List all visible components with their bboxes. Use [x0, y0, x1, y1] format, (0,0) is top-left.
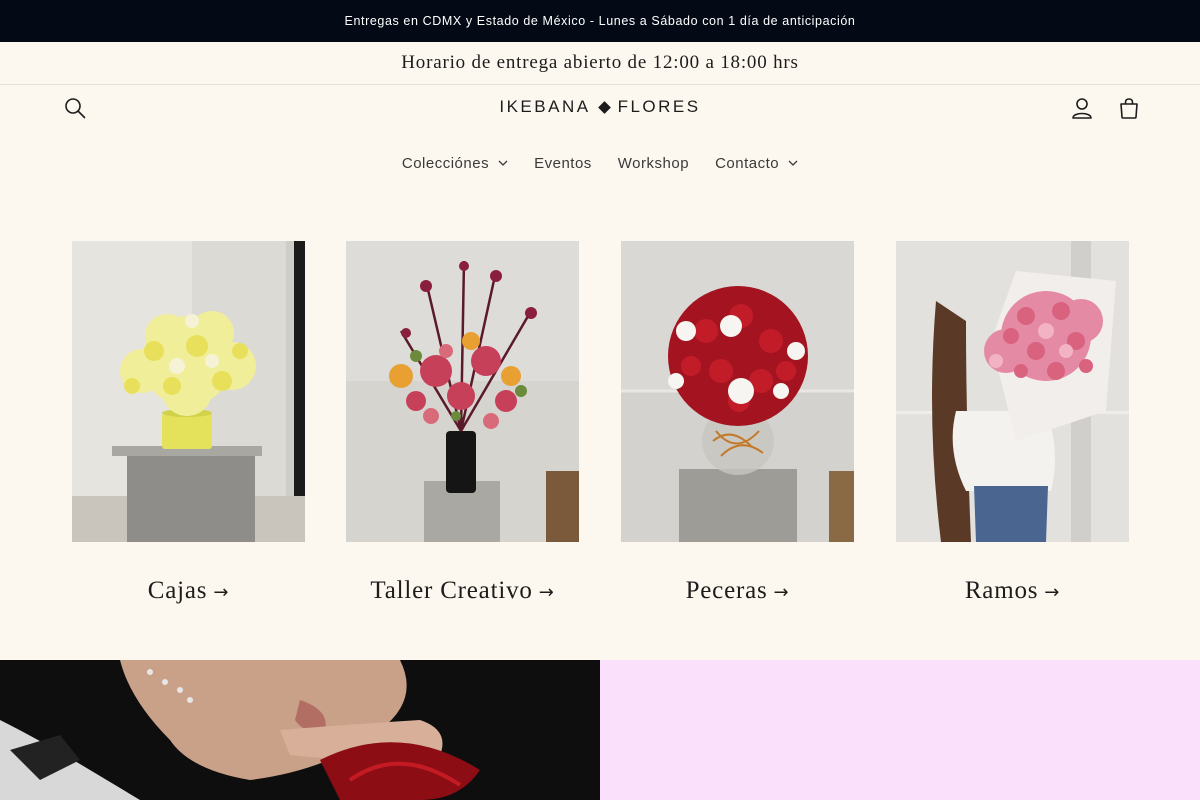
nav-item-label: Contacto — [715, 154, 780, 172]
announcement-bar: Entregas en CDMX y Estado de México - Lu… — [0, 0, 1200, 42]
collection-image-cajas[interactable] — [72, 241, 305, 542]
promo-image-banner[interactable] — [0, 660, 600, 800]
collection-title-text: Taller Creativo — [370, 577, 533, 604]
arrow-right-icon: → — [213, 582, 230, 603]
announcement-text: Entregas en CDMX y Estado de México - Lu… — [344, 14, 856, 28]
collection-card-cajas[interactable]: Cajas → — [72, 241, 305, 621]
logo-text-left: IKEBANA — [499, 97, 591, 116]
nav-item-label: Workshop — [617, 154, 690, 172]
collection-card-ramos[interactable]: Ramos → — [896, 241, 1129, 621]
collection-title-text: Peceras — [685, 577, 768, 604]
collection-title-text: Cajas — [147, 577, 208, 604]
shopping-bag-icon — [1120, 98, 1138, 119]
delivery-hours-banner: Horario de entrega abierto de 12:00 a 18… — [0, 42, 1200, 85]
collection-image-ramos[interactable] — [896, 241, 1129, 542]
chevron-down-icon — [498, 158, 508, 168]
nav-item-eventos[interactable]: Eventos — [521, 147, 605, 179]
site-header: IKEBANA FLORES Colecciónes Eventos Works… — [0, 85, 1200, 205]
nav-item-colecciones[interactable]: Colecciónes — [389, 147, 521, 179]
collection-title-ramos[interactable]: Ramos → — [896, 577, 1129, 605]
site-logo[interactable]: IKEBANA FLORES — [450, 95, 750, 119]
account-button[interactable] — [1062, 88, 1102, 128]
collection-image-peceras[interactable] — [621, 241, 854, 542]
main-navigation: Colecciónes Eventos Workshop Contacto — [0, 147, 1200, 179]
collection-title-peceras[interactable]: Peceras → — [621, 577, 854, 605]
search-button[interactable] — [55, 88, 95, 128]
logo-diamond-icon — [597, 100, 611, 114]
arrow-right-icon: → — [1044, 582, 1061, 603]
collection-title-taller-creativo[interactable]: Taller Creativo → — [346, 577, 579, 605]
collection-card-peceras[interactable]: Peceras → — [621, 241, 854, 621]
arrow-right-icon: → — [773, 582, 790, 603]
nav-item-contacto[interactable]: Contacto — [702, 147, 811, 179]
promo-color-banner — [600, 660, 1200, 800]
nav-item-label: Eventos — [534, 154, 592, 172]
search-icon — [65, 98, 86, 119]
chevron-down-icon — [788, 158, 798, 168]
logo-text-right: FLORES — [617, 97, 701, 116]
user-icon — [1072, 98, 1092, 119]
collection-card-taller-creativo[interactable]: Taller Creativo → — [346, 241, 579, 621]
arrow-right-icon: → — [538, 582, 555, 603]
nav-item-workshop[interactable]: Workshop — [605, 147, 702, 179]
nav-item-label: Colecciónes — [401, 154, 490, 172]
collection-image-taller-creativo[interactable] — [346, 241, 579, 542]
delivery-hours-text: Horario de entrega abierto de 12:00 a 18… — [401, 52, 799, 73]
cart-button[interactable] — [1109, 88, 1149, 128]
collection-title-text: Ramos — [964, 577, 1039, 604]
collection-title-cajas[interactable]: Cajas → — [72, 577, 305, 605]
